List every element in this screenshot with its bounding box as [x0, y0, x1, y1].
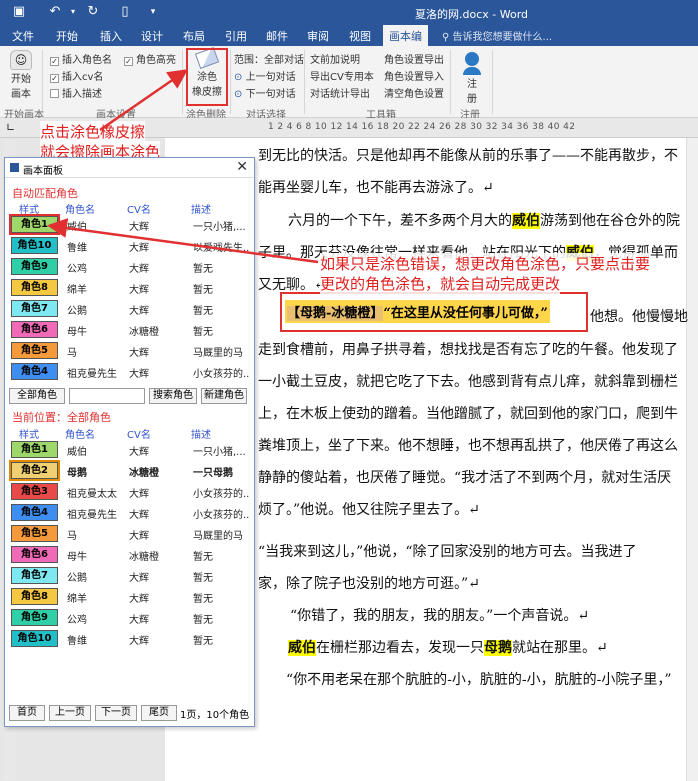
- annotation-arrows: [47, 69, 319, 264]
- arrow-to-role: [47, 218, 319, 264]
- word-window: ▣ ↶ ▾ ↻ ▯ ▾ 夏洛的网.docx - Word 文件 开始 插入 设计…: [0, 0, 698, 781]
- arrow-to-eraser: [99, 69, 189, 132]
